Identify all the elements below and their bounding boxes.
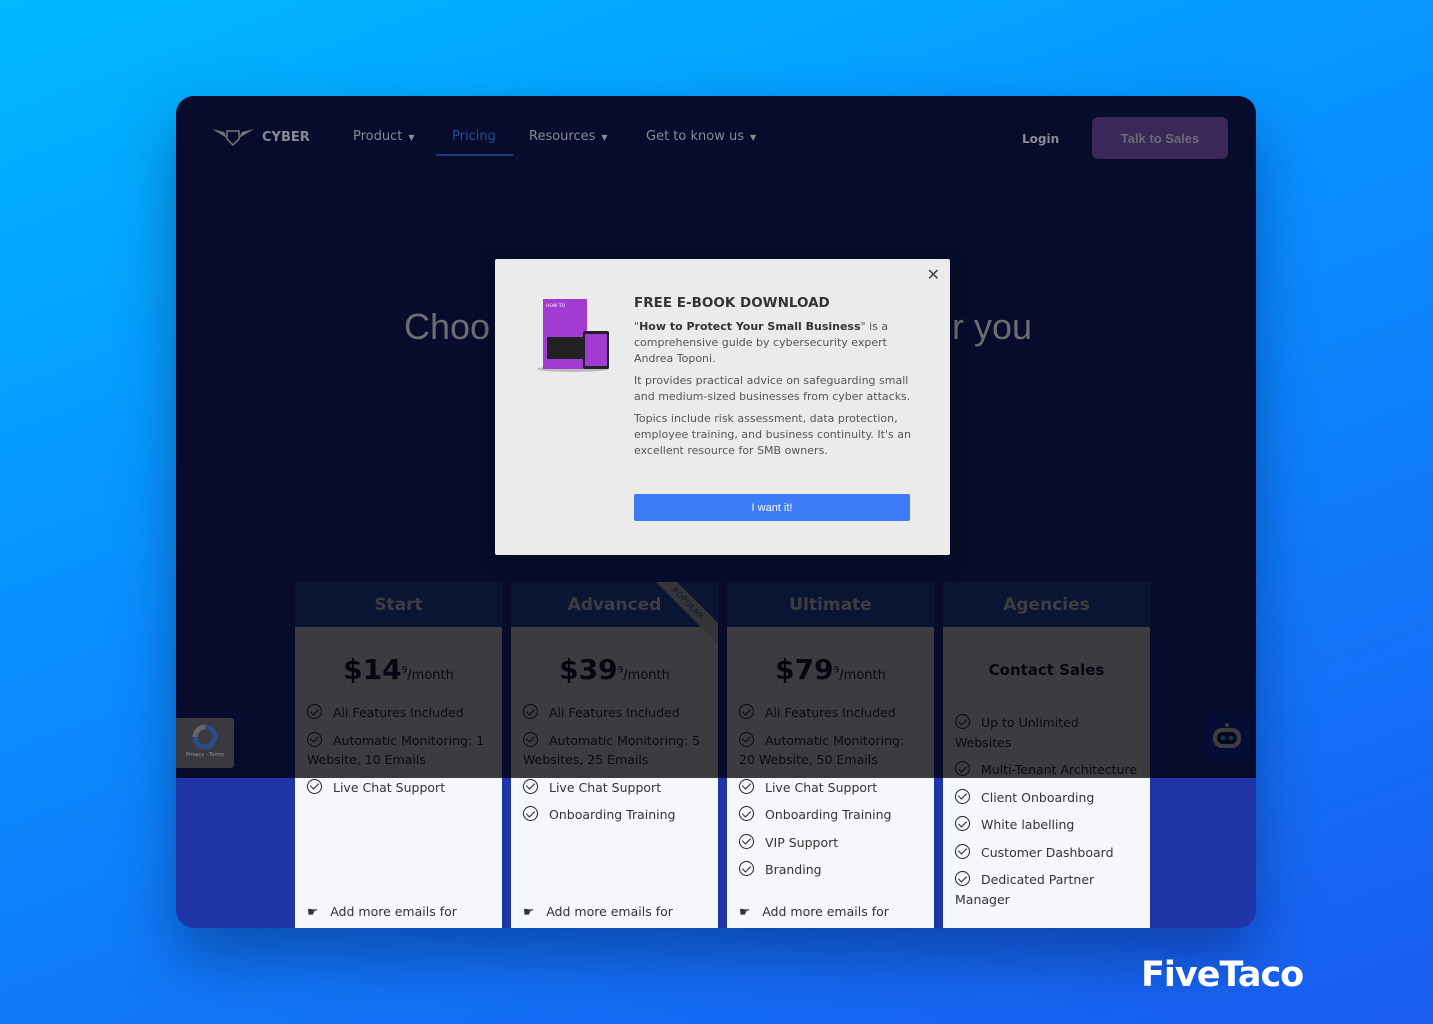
modal-paragraph-2: It provides practical advice on safeguar… — [634, 374, 911, 403]
nav-label: Pricing — [452, 129, 496, 144]
check-circle-icon — [955, 871, 970, 886]
check-circle-icon — [739, 778, 754, 794]
fivetaco-watermark: FiveTaco — [1141, 955, 1304, 995]
i-want-it-button[interactable]: I want it! — [634, 494, 910, 521]
check-circle-icon — [955, 816, 970, 831]
feature-text: Live Chat Support — [549, 779, 662, 795]
browser-window: CYBER Product ▼ Pricing Resources ▼ Get to… — [176, 96, 1256, 928]
ebook-modal: ✕ HOW TO FREE E-BOOK DOWNLOAD "How to Pr… — [495, 259, 950, 555]
add-more-text: Add more emails for — [546, 904, 673, 919]
navbar: CYBER Product ▼ Pricing Resources ▼ Get to… — [176, 96, 1256, 186]
add-more-emails: ☛ Add more emails for — [739, 904, 889, 919]
add-more-emails: ☛ Add more emails for — [523, 904, 673, 919]
check-circle-icon — [523, 778, 538, 794]
ebook-cover-image: HOW TO — [537, 299, 609, 372]
feature-item: Onboarding Training — [523, 805, 706, 825]
login-link[interactable]: Login — [1022, 132, 1059, 146]
modal-paragraph-1: "How to Protect Your Small Business" is … — [634, 320, 889, 365]
feature-item: Customer Dashboard — [955, 843, 1138, 863]
feature-text: Onboarding Training — [765, 807, 892, 822]
caret-down-icon: ▼ — [601, 133, 608, 142]
nav-label: Get to know us — [646, 129, 744, 144]
book-title: How to Protect Your Small Business — [639, 320, 861, 333]
logo-text: CYBER — [262, 129, 310, 145]
feature-item: Live Chat Support — [523, 778, 706, 798]
pointing-hand-icon: ☛ — [739, 904, 751, 919]
check-circle-icon — [739, 806, 754, 821]
recaptcha-badge[interactable]: Privacy - Terms — [176, 718, 234, 768]
pointing-hand-icon: ☛ — [307, 904, 319, 919]
nav-resources[interactable]: Resources ▼ — [529, 129, 608, 144]
feature-item: Live Chat Support — [739, 778, 922, 798]
logo[interactable]: CYBER — [210, 126, 310, 148]
feature-text: Live Chat Support — [333, 779, 446, 795]
feature-text: Client Onboarding — [981, 789, 1095, 805]
feature-item: VIP Support — [739, 833, 922, 853]
nav-get-to-know-us[interactable]: Get to know us ▼ — [646, 129, 756, 144]
check-circle-icon — [307, 778, 322, 794]
hero-heading-right: r you — [952, 306, 1033, 347]
add-more-text: Add more emails for — [330, 904, 457, 919]
check-circle-icon — [739, 833, 754, 849]
feature-item: White labelling — [955, 815, 1138, 835]
check-circle-icon — [523, 806, 538, 821]
feature-item: Branding — [739, 860, 922, 880]
modal-title: FREE E-BOOK DOWNLOAD — [634, 295, 830, 311]
recaptcha-text[interactable]: Privacy - Terms — [176, 752, 234, 758]
nav-product[interactable]: Product ▼ — [353, 129, 415, 144]
feature-text: Branding — [765, 862, 822, 877]
active-underline — [436, 154, 513, 156]
check-circle-icon — [955, 843, 970, 859]
feature-item: Client Onboarding — [955, 788, 1138, 808]
add-more-emails: ☛ Add more emails for — [307, 904, 457, 919]
feature-item: Dedicated Partner Manager — [955, 870, 1138, 909]
feature-text: VIP Support — [765, 834, 839, 850]
close-icon[interactable]: ✕ — [927, 265, 940, 285]
hero-heading-left: Choo — [404, 306, 491, 347]
feature-text: Live Chat Support — [765, 779, 878, 795]
feature-text: Customer Dashboard — [981, 844, 1114, 860]
nav-pricing[interactable]: Pricing — [452, 129, 496, 144]
feature-item: Live Chat Support — [307, 778, 490, 798]
nav-label: Product — [353, 129, 403, 144]
feature-item: Onboarding Training — [739, 805, 922, 825]
add-more-text: Add more emails for — [762, 904, 889, 919]
check-circle-icon — [739, 861, 754, 876]
feature-text: Onboarding Training — [549, 807, 676, 822]
caret-down-icon: ▼ — [408, 133, 415, 142]
wings-shield-icon — [212, 129, 254, 147]
talk-to-sales-button[interactable]: Talk to Sales — [1092, 117, 1228, 159]
modal-paragraph-3: Topics include risk assessment, data pro… — [634, 412, 911, 457]
recaptcha-icon — [192, 724, 218, 750]
nav-label: Resources — [529, 129, 596, 144]
feature-text: Dedicated Partner Manager — [955, 872, 1095, 907]
pointing-hand-icon: ☛ — [523, 904, 535, 919]
check-circle-icon — [955, 788, 970, 804]
feature-text: White labelling — [981, 817, 1075, 832]
caret-down-icon: ▼ — [749, 133, 757, 142]
svg-text:HOW TO: HOW TO — [546, 303, 566, 309]
